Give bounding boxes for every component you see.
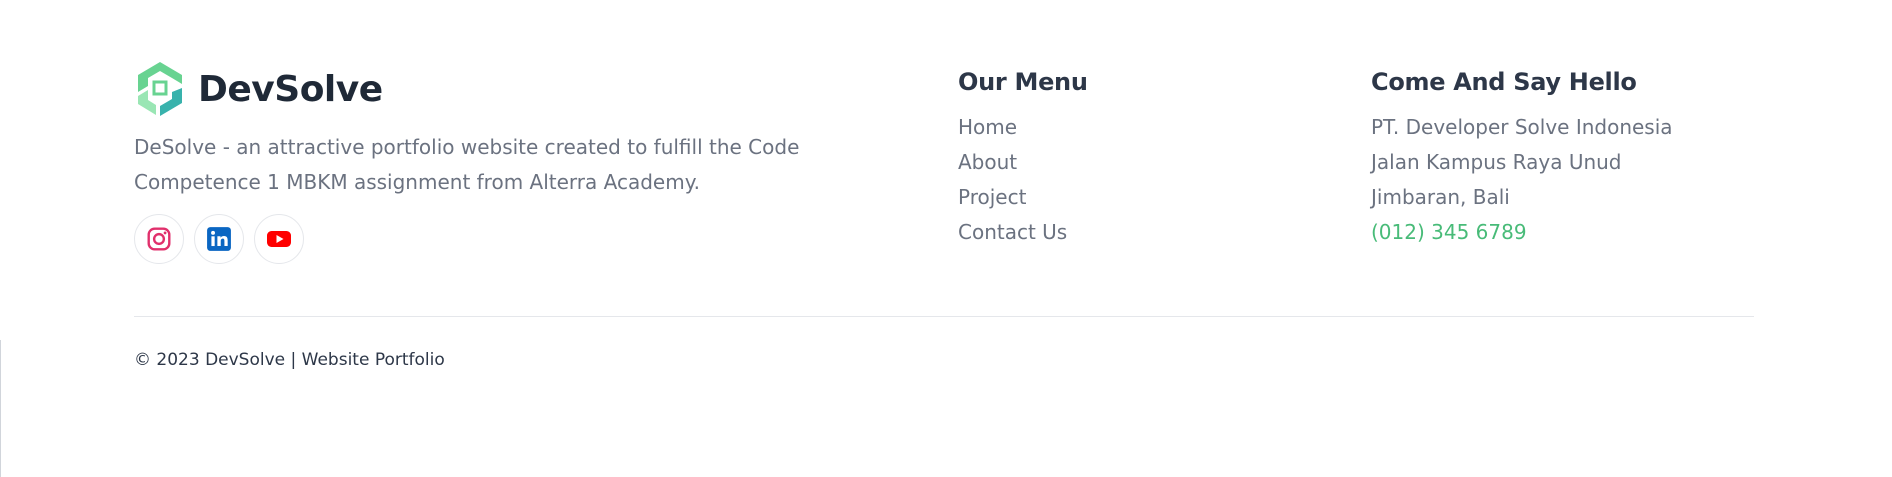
devsolve-logo-icon — [138, 62, 182, 116]
site-footer: DevSolve DeSolve - an attractive portfol… — [0, 0, 1892, 477]
brand-logo-row[interactable]: DevSolve — [134, 60, 834, 118]
contact-phone-link[interactable]: (012) 345 6789 — [1371, 215, 1673, 250]
menu-list: Home About Project Contact Us — [958, 110, 1088, 250]
contact-address-line-1: Jalan Kampus Raya Unud — [1371, 150, 1622, 174]
menu-item-about[interactable]: About — [958, 145, 1088, 180]
contact-address-line-2: Jimbaran, Bali — [1371, 185, 1510, 209]
youtube-icon — [267, 231, 291, 247]
contact-title: Come And Say Hello — [1371, 68, 1637, 96]
menu-item-project[interactable]: Project — [958, 180, 1088, 215]
social-links — [134, 214, 834, 264]
contact-company: PT. Developer Solve Indonesia — [1371, 115, 1673, 139]
menu-title: Our Menu — [958, 68, 1088, 96]
instagram-button[interactable] — [134, 214, 184, 264]
linkedin-icon — [207, 227, 231, 251]
brand-name: DevSolve — [198, 68, 383, 110]
instagram-icon — [147, 227, 171, 251]
menu-item-home[interactable]: Home — [958, 110, 1088, 145]
youtube-button[interactable] — [254, 214, 304, 264]
page-edge-line — [0, 340, 1, 477]
footer-menu: Our Menu Home About Project Contact Us — [958, 64, 1088, 250]
footer-divider — [134, 316, 1754, 317]
menu-item-contact-us[interactable]: Contact Us — [958, 215, 1088, 250]
linkedin-button[interactable] — [194, 214, 244, 264]
footer-contact: Come And Say Hello PT. Developer Solve I… — [1371, 64, 1673, 250]
copyright-text: © 2023 DevSolve | Website Portfolio — [134, 350, 445, 370]
brand-description: DeSolve - an attractive portfolio websit… — [134, 135, 800, 194]
contact-details: PT. Developer Solve Indonesia Jalan Kamp… — [1371, 110, 1673, 250]
footer-brand: DevSolve DeSolve - an attractive portfol… — [134, 60, 834, 264]
